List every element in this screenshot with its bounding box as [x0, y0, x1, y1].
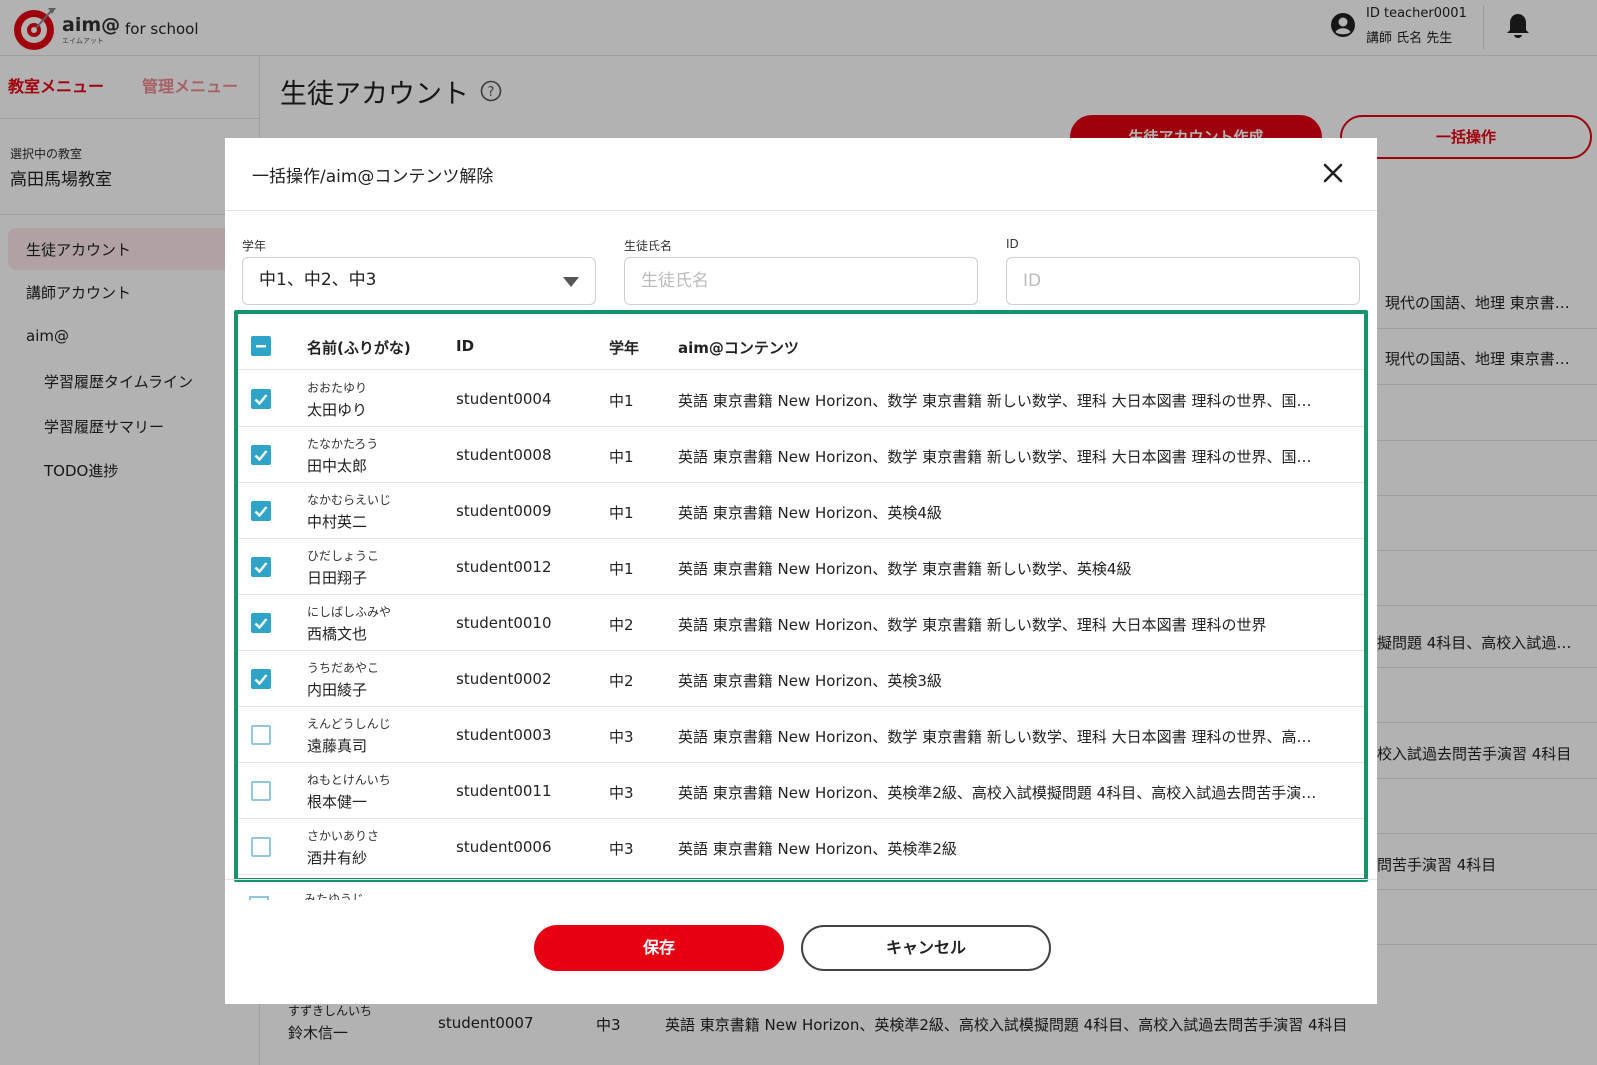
column-header-grade[interactable]: 学年	[609, 337, 639, 358]
row-checkbox[interactable]	[251, 669, 271, 689]
row-checkbox[interactable]	[251, 781, 271, 801]
student-content: 英語 東京書籍 New Horizon、英検準2級、高校入試模擬問題 4科目、高…	[678, 784, 1317, 802]
dropdown-arrow-icon	[563, 277, 579, 287]
checkmark-icon	[254, 674, 268, 686]
student-grade: 中2	[609, 616, 634, 634]
student-grade: 中3	[609, 840, 634, 858]
student-id: student0008	[456, 446, 552, 464]
name-filter-input[interactable]	[624, 257, 978, 305]
student-id: student0003	[456, 726, 552, 744]
row-checkbox[interactable]	[251, 501, 271, 521]
close-icon[interactable]	[1320, 160, 1346, 186]
student-kana: にしばしふみや	[307, 605, 392, 619]
student-name: 田中太郎	[307, 457, 368, 475]
student-id: student0011	[456, 782, 552, 800]
student-kana: みたゆうじ	[304, 892, 365, 900]
table-row[interactable]: えんどうしんじ遠藤真司 student0003 中3 英語 東京書籍 New Hori…	[238, 707, 1364, 763]
row-checkbox[interactable]	[251, 725, 271, 745]
student-grade: 中1	[609, 392, 634, 410]
table-row-partial: みたゆうじ	[225, 884, 1377, 900]
bulk-release-dialog: 一括操作/aim@コンテンツ解除 学年 中1、中2、中3 生徒氏名 ID 名前(…	[225, 138, 1377, 1004]
student-name: 太田ゆり	[307, 401, 368, 419]
student-kana: なかむらえいじ	[307, 493, 392, 507]
row-checkbox[interactable]	[251, 389, 271, 409]
student-kana: うちだあやこ	[307, 661, 380, 675]
student-name: 酒井有紗	[307, 849, 368, 867]
student-id: student0004	[456, 390, 552, 408]
student-content: 英語 東京書籍 New Horizon、数学 東京書籍 新しい数学、理科 大日本…	[678, 392, 1312, 410]
table-row[interactable]: にしばしふみや西橋文也 student0010 中2 英語 東京書籍 New Hori…	[238, 595, 1364, 651]
row-checkbox[interactable]	[251, 837, 271, 857]
checkmark-icon	[254, 394, 268, 406]
student-kana: おおたゆり	[307, 381, 368, 395]
table-row[interactable]: さかいありさ酒井有紗 student0006 中3 英語 東京書籍 New Horiz…	[238, 819, 1364, 875]
student-grade: 中1	[609, 504, 634, 522]
student-name: 内田綾子	[307, 681, 368, 699]
student-name: 西橋文也	[307, 625, 368, 643]
column-header-content[interactable]: aim@コンテンツ	[678, 337, 799, 358]
save-button[interactable]: 保存	[534, 925, 784, 971]
student-grade: 中2	[609, 672, 634, 690]
student-content: 英語 東京書籍 New Horizon、英検準2級	[678, 840, 957, 858]
student-content: 英語 東京書籍 New Horizon、数学 東京書籍 新しい数学、理科 大日本…	[678, 616, 1267, 634]
student-kana: たなかたろう	[307, 437, 379, 451]
table-header: 名前(ふりがな) ID 学年 aim@コンテンツ	[238, 324, 1364, 370]
checkmark-icon	[254, 450, 268, 462]
dialog-title: 一括操作/aim@コンテンツ解除	[252, 167, 494, 187]
table-row[interactable]: うちだあやこ内田綾子 student0002 中2 英語 東京書籍 New Horiz…	[238, 651, 1364, 707]
table-row[interactable]: おおたゆり太田ゆり student0004 中1 英語 東京書籍 New Horizo…	[238, 371, 1364, 427]
grade-filter-value: 中1、中2、中3	[259, 270, 377, 290]
select-all-checkbox[interactable]	[251, 336, 271, 356]
checkmark-icon	[254, 562, 268, 574]
student-name: 中村英二	[307, 513, 368, 531]
student-id: student0002	[456, 670, 552, 688]
grade-filter-label: 学年	[242, 239, 267, 253]
student-table: 名前(ふりがな) ID 学年 aim@コンテンツ おおたゆり太田ゆり studen…	[234, 310, 1368, 882]
student-kana: えんどうしんじ	[307, 717, 391, 731]
column-header-id[interactable]: ID	[456, 337, 474, 355]
student-id: student0006	[456, 838, 552, 856]
cancel-button[interactable]: キャンセル	[801, 925, 1051, 971]
student-grade: 中1	[609, 448, 634, 466]
row-checkbox[interactable]	[251, 557, 271, 577]
student-kana: さかいありさ	[307, 829, 380, 843]
grade-filter-select[interactable]: 中1、中2、中3	[242, 257, 596, 305]
column-header-name[interactable]: 名前(ふりがな)	[307, 337, 411, 358]
student-content: 英語 東京書籍 New Horizon、数学 東京書籍 新しい数学、英検4級	[678, 560, 1132, 578]
student-content: 英語 東京書籍 New Horizon、英検3級	[678, 672, 942, 690]
student-grade: 中3	[609, 728, 634, 746]
student-content: 英語 東京書籍 New Horizon、数学 東京書籍 新しい数学、理科 大日本…	[678, 728, 1312, 746]
student-id: student0009	[456, 502, 552, 520]
student-grade: 中1	[609, 560, 634, 578]
student-name: 根本健一	[307, 793, 368, 811]
id-filter-input[interactable]	[1006, 257, 1360, 305]
student-name: 遠藤真司	[307, 737, 368, 755]
student-content: 英語 東京書籍 New Horizon、英検4級	[678, 504, 942, 522]
name-filter-label: 生徒氏名	[624, 239, 673, 253]
student-kana: ひだしょうこ	[307, 549, 380, 563]
row-checkbox[interactable]	[251, 445, 271, 465]
checkmark-icon	[254, 506, 268, 518]
id-filter-label: ID	[1006, 237, 1019, 251]
student-kana: ねもとけんいち	[307, 773, 391, 787]
table-row[interactable]: たなかたろう田中太郎 student0008 中1 英語 東京書籍 New Horiz…	[238, 427, 1364, 483]
student-id: student0010	[456, 614, 552, 632]
student-name: 日田翔子	[307, 569, 368, 587]
indeterminate-icon	[256, 345, 266, 348]
row-checkbox[interactable]	[251, 613, 271, 633]
student-content: 英語 東京書籍 New Horizon、数学 東京書籍 新しい数学、理科 大日本…	[678, 448, 1312, 466]
checkmark-icon	[254, 618, 268, 630]
student-grade: 中3	[609, 784, 634, 802]
student-id: student0012	[456, 558, 552, 576]
table-row[interactable]: ねもとけんいち根本健一 student0011 中3 英語 東京書籍 New Hori…	[238, 763, 1364, 819]
table-row[interactable]: なかむらえいじ中村英二 student0009 中1 英語 東京書籍 New Hori…	[238, 483, 1364, 539]
divider	[225, 879, 1377, 880]
table-row[interactable]: ひだしょうこ日田翔子 student0012 中1 英語 東京書籍 New Horiz…	[238, 539, 1364, 595]
row-checkbox[interactable]	[249, 896, 269, 900]
divider	[225, 210, 1377, 211]
